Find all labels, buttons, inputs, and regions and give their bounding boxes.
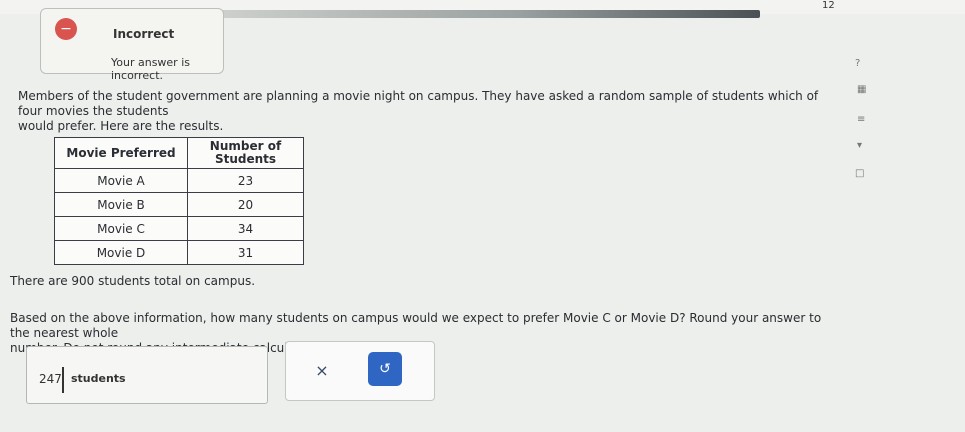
table-header-row: Movie Preferred Number of Students <box>54 137 304 169</box>
side-toolbar: ? ▦ ≡ ▾ □ <box>835 40 895 200</box>
question-intro-cont: would prefer. Here are the results. <box>18 119 224 133</box>
movie-cell: Movie D <box>54 240 188 265</box>
clear-button[interactable]: × <box>304 358 340 384</box>
feedback-title: Incorrect <box>113 27 175 41</box>
table-row: Movie A 23 <box>54 168 304 193</box>
question-prompt-main: Based on the above information, how many… <box>10 311 822 340</box>
corner-number: 12 <box>822 0 835 11</box>
answer-unit: students <box>71 372 126 385</box>
undo-button[interactable]: ↺ <box>368 352 402 386</box>
total-suffix: students total on campus. <box>94 274 256 288</box>
total-value: 900 <box>71 274 95 288</box>
notes-icon[interactable]: □ <box>855 168 864 179</box>
calculator-icon[interactable]: ▦ <box>857 84 866 95</box>
results-table: Movie Preferred Number of Students Movie… <box>54 137 304 265</box>
hint-icon[interactable]: ▾ <box>857 140 862 151</box>
count-cell: 20 <box>187 192 304 217</box>
header-movie: Movie Preferred <box>54 137 188 169</box>
question-intro-main: Members of the student government are pl… <box>18 89 819 118</box>
action-panel: × ↺ <box>285 341 435 401</box>
alert-circle-icon: − <box>55 18 77 40</box>
count-cell: 34 <box>187 216 304 241</box>
feedback-panel: − Incorrect Your answer is incorrect. <box>40 8 224 82</box>
answer-value[interactable]: 247 <box>39 372 62 386</box>
table-row: Movie B 20 <box>54 192 304 217</box>
table-icon[interactable]: ≡ <box>857 114 865 125</box>
table-row: Movie C 34 <box>54 216 304 241</box>
table-row: Movie D 31 <box>54 240 304 265</box>
movie-cell: Movie C <box>54 216 188 241</box>
feedback-message: Your answer is incorrect. <box>111 56 190 82</box>
header-count: Number of Students <box>187 137 304 169</box>
question-intro: Members of the student government are pl… <box>18 89 838 134</box>
movie-cell: Movie A <box>54 168 188 193</box>
answer-input[interactable]: 247 students <box>26 346 268 404</box>
progress-stripe <box>160 10 760 18</box>
movie-cell: Movie B <box>54 192 188 217</box>
total-statement: There are 900 students total on campus. <box>10 274 255 288</box>
help-icon[interactable]: ? <box>855 58 860 69</box>
count-cell: 31 <box>187 240 304 265</box>
total-prefix: There are <box>10 274 72 288</box>
count-cell: 23 <box>187 168 304 193</box>
text-cursor <box>62 367 64 393</box>
